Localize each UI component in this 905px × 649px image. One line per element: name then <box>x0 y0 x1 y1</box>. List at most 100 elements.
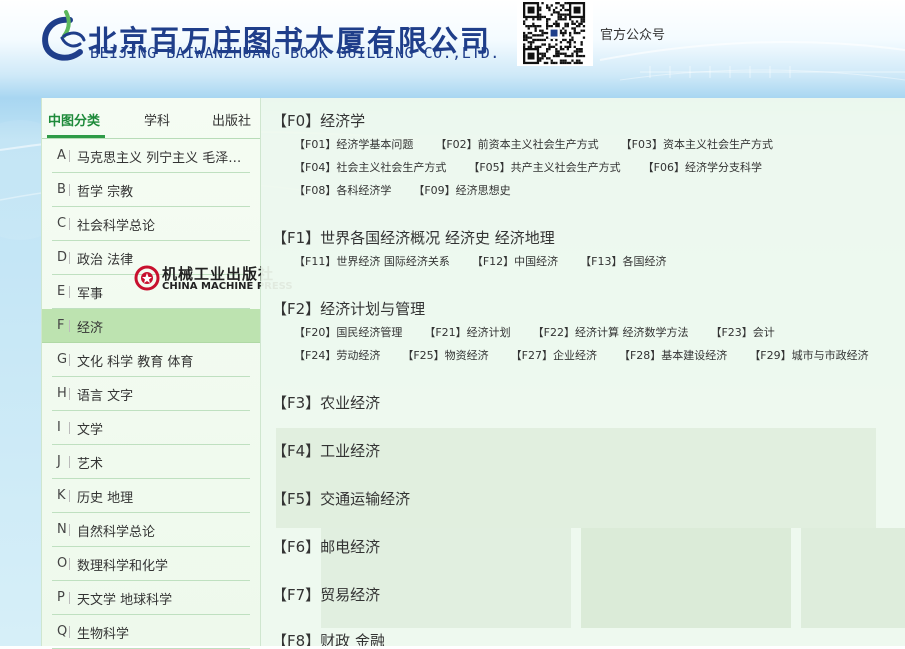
subcategory-row: 【F24】劳动经济 【F25】物资经济 【F27】企业经济 【F28】基本建设经济 【F… <box>294 347 891 363</box>
sidebar-item-c[interactable]: C 社会科学总论 <box>52 207 250 241</box>
category-divider <box>69 592 70 604</box>
category-label: 哲学 宗教 <box>77 185 134 200</box>
subcategory-link[interactable]: 【F02】前资本主义社会生产方式 <box>435 136 598 152</box>
category-label: 生物科学 <box>77 627 130 642</box>
category-letter: E <box>57 284 66 299</box>
sidebar-item-a[interactable]: A 马克思主义 列宁主义 毛泽东思想 邓小平理论 <box>52 139 250 173</box>
section-title[interactable]: 【F0】经济学 <box>272 110 365 131</box>
category-divider <box>69 150 70 162</box>
subcategory-link[interactable]: 【F01】经济学基本问题 <box>294 136 413 152</box>
category-divider <box>69 524 70 536</box>
section-title[interactable]: 【F5】交通运输经济 <box>272 488 410 509</box>
category-divider <box>69 286 70 298</box>
category-label: 数理科学和化学 <box>77 559 169 574</box>
logo-english-name: BEIJING BAIWANZHUANG BOOK BUILDING CO.,L… <box>90 44 500 62</box>
category-letter: D <box>57 250 68 265</box>
section-title[interactable]: 【F4】工业经济 <box>272 440 380 461</box>
category-letter: P <box>57 590 65 605</box>
section-title[interactable]: 【F8】财政 金融 <box>272 630 385 646</box>
tab-clc-classification[interactable]: 中图分类 <box>48 110 100 129</box>
sidebar-item-n[interactable]: N 自然科学总论 <box>52 513 250 547</box>
subcategory-link[interactable]: 【F12】中国经济 <box>472 253 558 269</box>
category-divider <box>69 626 70 638</box>
section-1: 【F1】世界各国经济概况 经济史 经济地理【F11】世界经济 国际经济关系 【F1… <box>272 227 666 268</box>
subcategory-link[interactable]: 【F23】会计 <box>710 324 774 340</box>
sidebar-tabs: 中图分类 学科 出版社 <box>42 98 260 139</box>
logo-mark-icon <box>42 10 86 61</box>
category-divider <box>69 388 70 400</box>
subcategory-link[interactable]: 【F05】共产主义社会生产方式 <box>468 159 620 175</box>
category-label: 社会科学总论 <box>77 219 156 234</box>
section-8: 【F8】财政 金融 <box>272 630 385 646</box>
subcategory-link[interactable]: 【F09】经济思想史 <box>413 182 510 198</box>
category-label: 艺术 <box>77 457 104 472</box>
sidebar-item-b[interactable]: B 哲学 宗教 <box>52 173 250 207</box>
subcategory-link[interactable]: 【F27】企业经济 <box>511 347 597 363</box>
category-label: 历史 地理 <box>77 491 134 506</box>
section-6: 【F6】邮电经济 <box>272 536 380 557</box>
category-list: A马克思主义 列宁主义 毛泽东思想 邓小平理论B哲学 宗教C社会科学总论D政治 … <box>42 139 260 649</box>
tab-publisher[interactable]: 出版社 <box>212 110 251 129</box>
sidebar-item-p[interactable]: P 天文学 地球科学 <box>52 581 250 615</box>
category-label: 文化 科学 教育 体育 <box>77 355 194 370</box>
sidebar-item-f[interactable]: F 经济 <box>42 309 260 343</box>
sidebar-item-q[interactable]: Q 生物科学 <box>52 615 250 649</box>
category-divider <box>69 354 70 366</box>
sidebar-item-k[interactable]: K 历史 地理 <box>52 479 250 513</box>
category-letter: A <box>57 148 66 163</box>
subcategory-link[interactable]: 【F04】社会主义社会生产方式 <box>294 159 446 175</box>
category-letter: O <box>57 556 68 571</box>
active-tab-indicator <box>47 135 105 138</box>
qr-code-icon <box>523 2 586 65</box>
section-2: 【F2】经济计划与管理【F20】国民经济管理 【F21】经济计划 【F22】经济计算… <box>272 298 869 362</box>
category-divider <box>69 422 70 434</box>
category-divider <box>69 558 70 570</box>
subcategory-link[interactable]: 【F20】国民经济管理 <box>294 324 402 340</box>
sidebar-item-j[interactable]: J 艺术 <box>52 445 250 479</box>
subcategory-link[interactable]: 【F24】劳动经济 <box>294 347 380 363</box>
subcategory-link[interactable]: 【F06】经济学分支科学 <box>643 159 762 175</box>
category-letter: F <box>57 318 65 333</box>
subcategory-link[interactable]: 【F03】资本主义社会生产方式 <box>621 136 773 152</box>
subcategory-row: 【F11】世界经济 国际经济关系 【F12】中国经济 【F13】各国经济 <box>294 253 688 269</box>
subcategory-link[interactable]: 【F08】各科经济学 <box>294 182 391 198</box>
section-title[interactable]: 【F3】农业经济 <box>272 392 380 413</box>
subcategory-row: 【F04】社会主义社会生产方式 【F05】共产主义社会生产方式 【F06】经济学分支… <box>294 159 784 175</box>
category-letter: B <box>57 182 66 197</box>
subcategory-link[interactable]: 【F28】基本建设经济 <box>619 347 727 363</box>
qr-code <box>517 0 593 66</box>
section-title[interactable]: 【F1】世界各国经济概况 经济史 经济地理 <box>272 227 555 248</box>
subcategory-panel: 【F0】经济学【F01】经济学基本问题 【F02】前资本主义社会生产方式 【F03】… <box>261 98 905 646</box>
subcategory-link[interactable]: 【F22】经济计算 经济数学方法 <box>533 324 689 340</box>
category-divider <box>69 490 70 502</box>
section-title[interactable]: 【F6】邮电经济 <box>272 536 380 557</box>
sidebar-item-g[interactable]: G 文化 科学 教育 体育 <box>52 343 250 377</box>
category-divider <box>69 252 70 264</box>
company-logo[interactable]: 北京百万庄图书大厦有限公司 BEIJING BAIWANZHUANG BOOK … <box>40 10 500 64</box>
sidebar-item-i[interactable]: I 文学 <box>52 411 250 445</box>
subcategory-row: 【F20】国民经济管理 【F21】经济计划 【F22】经济计算 经济数学方法 【F23… <box>294 324 797 340</box>
sidebar-item-o[interactable]: O 数理科学和化学 <box>52 547 250 581</box>
section-title[interactable]: 【F2】经济计划与管理 <box>272 298 425 319</box>
tab-subject[interactable]: 学科 <box>144 110 170 129</box>
category-letter: H <box>57 386 67 401</box>
section-5: 【F5】交通运输经济 <box>272 488 410 509</box>
category-divider <box>69 218 70 230</box>
sidebar-item-h[interactable]: H 语言 文字 <box>52 377 250 411</box>
subcategory-link[interactable]: 【F29】城市与市政经济 <box>749 347 868 363</box>
subcategory-link[interactable]: 【F11】世界经济 国际经济关系 <box>294 253 450 269</box>
section-3: 【F3】农业经济 <box>272 392 380 413</box>
subcategory-link[interactable]: 【F21】经济计划 <box>424 324 510 340</box>
category-label: 天文学 地球科学 <box>77 593 173 608</box>
category-letter: Q <box>57 624 68 639</box>
section-7: 【F7】贸易经济 <box>272 584 380 605</box>
category-letter: G <box>57 352 68 367</box>
subcategory-link[interactable]: 【F25】物资经济 <box>402 347 488 363</box>
category-label: 马克思主义 列宁主义 毛泽东思想 邓小平理论 <box>77 151 245 166</box>
subcategory-link[interactable]: 【F13】各国经济 <box>580 253 666 269</box>
category-label: 自然科学总论 <box>77 525 156 540</box>
category-letter: C <box>57 216 67 231</box>
category-label: 文学 <box>77 423 104 438</box>
section-title[interactable]: 【F7】贸易经济 <box>272 584 380 605</box>
category-letter: J <box>57 454 61 469</box>
